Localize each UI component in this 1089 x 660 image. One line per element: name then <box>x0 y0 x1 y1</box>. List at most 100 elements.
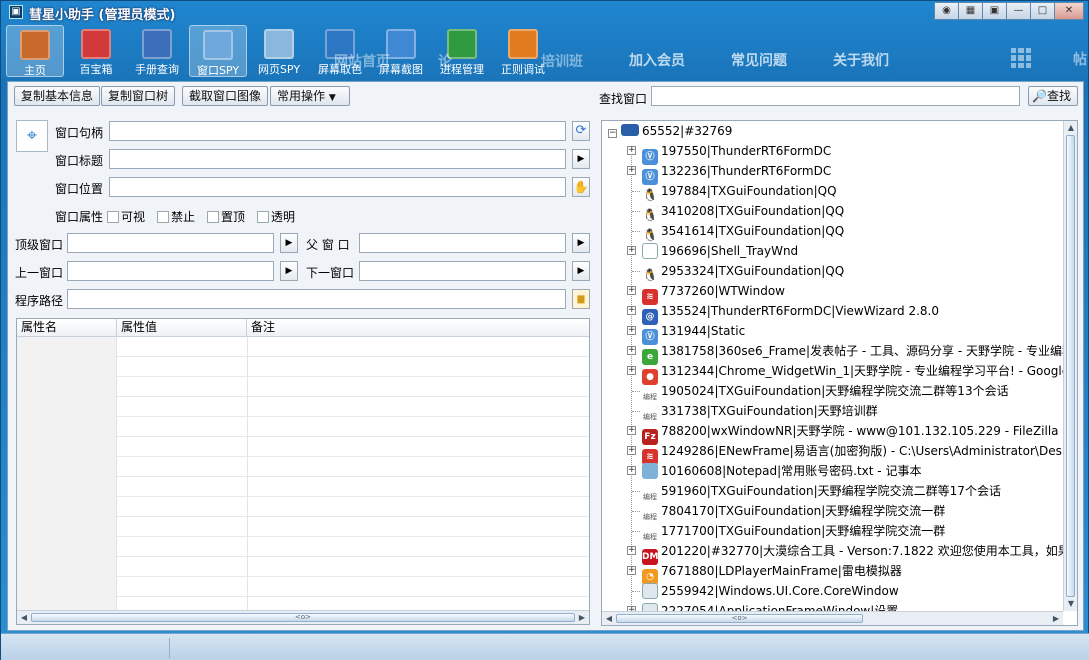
next-window-field[interactable] <box>359 261 566 281</box>
prev-window-field[interactable] <box>67 261 274 281</box>
table-body[interactable] <box>17 337 589 610</box>
attr-disabled[interactable]: 禁止 <box>157 208 195 225</box>
expand-icon[interactable]: + <box>627 286 636 295</box>
scroll-up-icon[interactable]: ▲ <box>1065 122 1077 134</box>
expand-icon[interactable]: + <box>627 466 636 475</box>
find-button[interactable]: 🔎查找 <box>1028 86 1078 106</box>
tree-node[interactable]: Fz 788200|wxWindowNR|天野学院 - www@101.132.1… <box>642 421 1059 445</box>
tree-node[interactable]: 编程 331738|TXGuiFoundation|天野培训群 <box>642 401 878 421</box>
tree-node[interactable]: 🐧 3541614|TXGuiFoundation|QQ <box>642 221 845 242</box>
expand-icon[interactable]: + <box>627 246 636 255</box>
toolbar-button-0[interactable]: 主页 <box>6 25 64 77</box>
expand-icon[interactable]: + <box>627 546 636 555</box>
col-header-note[interactable]: 备注 <box>247 319 589 336</box>
checkbox-disabled[interactable] <box>157 211 169 223</box>
expand-icon[interactable]: + <box>627 146 636 155</box>
collapse-icon[interactable]: − <box>608 129 617 138</box>
nav-link-faq[interactable]: 常见问题 <box>731 50 787 70</box>
tree-vscroll-thumb[interactable] <box>1066 135 1075 597</box>
tree-vscrollbar[interactable]: ▲ ▼ <box>1063 121 1077 611</box>
maximize-button-icon[interactable]: □ <box>1030 2 1055 20</box>
scroll-right-icon[interactable]: ▶ <box>576 612 588 624</box>
expand-icon[interactable]: + <box>627 346 636 355</box>
skin-button-icon[interactable]: ◉ <box>934 2 959 20</box>
handle-field[interactable] <box>109 121 566 141</box>
menu-button-icon[interactable]: ▦ <box>958 2 983 20</box>
expand-icon[interactable]: + <box>627 306 636 315</box>
expand-icon[interactable]: + <box>627 166 636 175</box>
checkbox-topmost[interactable] <box>207 211 219 223</box>
capture-window-image-button[interactable]: 截取窗口图像 <box>182 86 269 106</box>
checkbox-visible[interactable] <box>107 211 119 223</box>
attr-visible[interactable]: 可视 <box>107 208 145 225</box>
tree-node[interactable]: 编程 1905024|TXGuiFoundation|天野编程学院交流二群等13个… <box>642 381 1009 401</box>
tree-node[interactable]: 🐧 197884|TXGuiFoundation|QQ <box>642 181 837 202</box>
checkbox-transparent[interactable] <box>257 211 269 223</box>
close-button-icon[interactable]: ✕ <box>1054 2 1084 20</box>
tree-node[interactable]: ● 1312344|Chrome_WidgetWin_1|天野学院 - 专业编程学… <box>642 361 1063 385</box>
col-header-name[interactable]: 属性名 <box>17 319 117 336</box>
attr-topmost[interactable]: 置顶 <box>207 208 245 225</box>
expand-icon[interactable]: + <box>627 566 636 575</box>
tree-node[interactable]: @135524|ThunderRT6FormDC|ViewWizard 2.8.… <box>642 301 939 325</box>
tree-node[interactable]: 🐧 3410208|TXGuiFoundation|QQ <box>642 201 845 222</box>
scroll-down-icon[interactable]: ▼ <box>1065 598 1077 610</box>
nav-link-about[interactable]: 关于我们 <box>833 50 889 70</box>
expand-icon[interactable]: + <box>627 326 636 335</box>
next-window-arrow-icon[interactable]: ▶ <box>572 261 590 281</box>
expand-icon[interactable]: + <box>627 366 636 375</box>
parent-field[interactable] <box>359 233 566 253</box>
mini-mode-button-icon[interactable]: ▣ <box>982 2 1007 20</box>
top-window-field[interactable] <box>67 233 274 253</box>
top-window-arrow-icon[interactable]: ▶ <box>280 233 298 253</box>
tree-hscrollbar[interactable]: ◀ <o> ▶ <box>602 611 1063 625</box>
tree-scroll-right-icon[interactable]: ▶ <box>1050 613 1062 625</box>
prev-window-arrow-icon[interactable]: ▶ <box>280 261 298 281</box>
common-ops-dropdown[interactable]: 常用操作 ▼ <box>270 86 350 106</box>
tree-scroll-left-icon[interactable]: ◀ <box>603 613 615 625</box>
tree-node[interactable]: Ⓥ 132236|ThunderRT6FormDC <box>642 161 831 185</box>
tree-node[interactable]: 🐧 2953324|TXGuiFoundation|QQ <box>642 261 845 282</box>
copy-basic-info-button[interactable]: 复制基本信息 <box>14 86 101 106</box>
tree-node[interactable]: 编程 1771700|TXGuiFoundation|天野编程学院交流一群 <box>642 521 945 541</box>
attr-transparent[interactable]: 透明 <box>257 208 295 225</box>
tree-node[interactable]: Ⓥ 197550|ThunderRT6FormDC <box>642 141 831 165</box>
tree-node[interactable]: 编程 591960|TXGuiFoundation|天野编程学院交流二群等17个会… <box>642 481 1001 501</box>
col-header-value[interactable]: 属性值 <box>117 319 247 336</box>
crosshair-target-icon[interactable]: ⌖ <box>16 120 48 152</box>
toolbar-button-1[interactable]: 百宝箱 <box>67 25 125 77</box>
minimize-button-icon[interactable]: — <box>1006 2 1031 20</box>
tree-node[interactable]: 10160608|Notepad|常用账号密码.txt - 记事本 <box>642 461 921 481</box>
apps-grid-icon[interactable] <box>1011 48 1031 68</box>
refresh-icon[interactable]: ⟳ <box>572 121 590 141</box>
title-field[interactable] <box>109 149 566 169</box>
table-scroll-thumb[interactable]: <o> <box>31 613 575 622</box>
tree-root[interactable]: − 65552|#32769 <box>608 121 732 141</box>
parent-arrow-icon[interactable]: ▶ <box>572 233 590 253</box>
tree-node[interactable]: ≋ 7737260|WTWindow <box>642 281 785 305</box>
tree-node[interactable]: Ⓥ 131944|Static <box>642 321 745 345</box>
toolbar-button-3[interactable]: 窗口SPY <box>189 25 247 77</box>
nav-link-join[interactable]: 加入会员 <box>629 50 685 70</box>
copy-window-tree-button[interactable]: 复制窗口树 <box>101 86 176 106</box>
find-window-input[interactable] <box>651 86 1020 106</box>
title-bar[interactable]: ▣ 彗星小助手 (管理员模式) ◉ ▦ ▣ — □ ✕ <box>1 1 1089 23</box>
tree-node[interactable]: e 1381758|360se6_Frame|发表帖子 - 工具、源码分享 - 天… <box>642 341 1063 365</box>
tree-hscroll-thumb[interactable]: <o> <box>616 614 863 623</box>
title-arrow-icon[interactable]: ▶ <box>572 149 590 169</box>
table-hscrollbar[interactable]: ◀ <o> ▶ <box>17 610 589 624</box>
scroll-left-icon[interactable]: ◀ <box>18 612 30 624</box>
tree-node[interactable]: ≋ 1249286|ENewFrame|易语言(加密狗版) - C:\Users\… <box>642 441 1063 465</box>
toolbar-button-4[interactable]: 网页SPY <box>250 25 308 77</box>
expand-icon[interactable]: + <box>627 426 636 435</box>
tree-node[interactable]: 2559942|Windows.UI.Core.CoreWindow <box>642 581 899 601</box>
expand-icon[interactable]: + <box>627 446 636 455</box>
tree-node[interactable]: ◔ 7671880|LDPlayerMainFrame|雷电模拟器 <box>642 561 902 585</box>
position-field[interactable] <box>109 177 566 197</box>
tree-node[interactable]: 196696|Shell_TrayWnd <box>642 241 798 261</box>
tree-node[interactable]: DM 201220|#32770|大漠综合工具 - Verson:7.1822 欢… <box>642 541 1063 565</box>
path-field[interactable] <box>67 289 566 309</box>
tree-node[interactable]: 编程 7804170|TXGuiFoundation|天野编程学院交流一群 <box>642 501 945 521</box>
toolbar-button-2[interactable]: 手册查询 <box>128 25 186 77</box>
tree-node[interactable]: 2227054|ApplicationFrameWindow|设置 <box>642 601 898 611</box>
